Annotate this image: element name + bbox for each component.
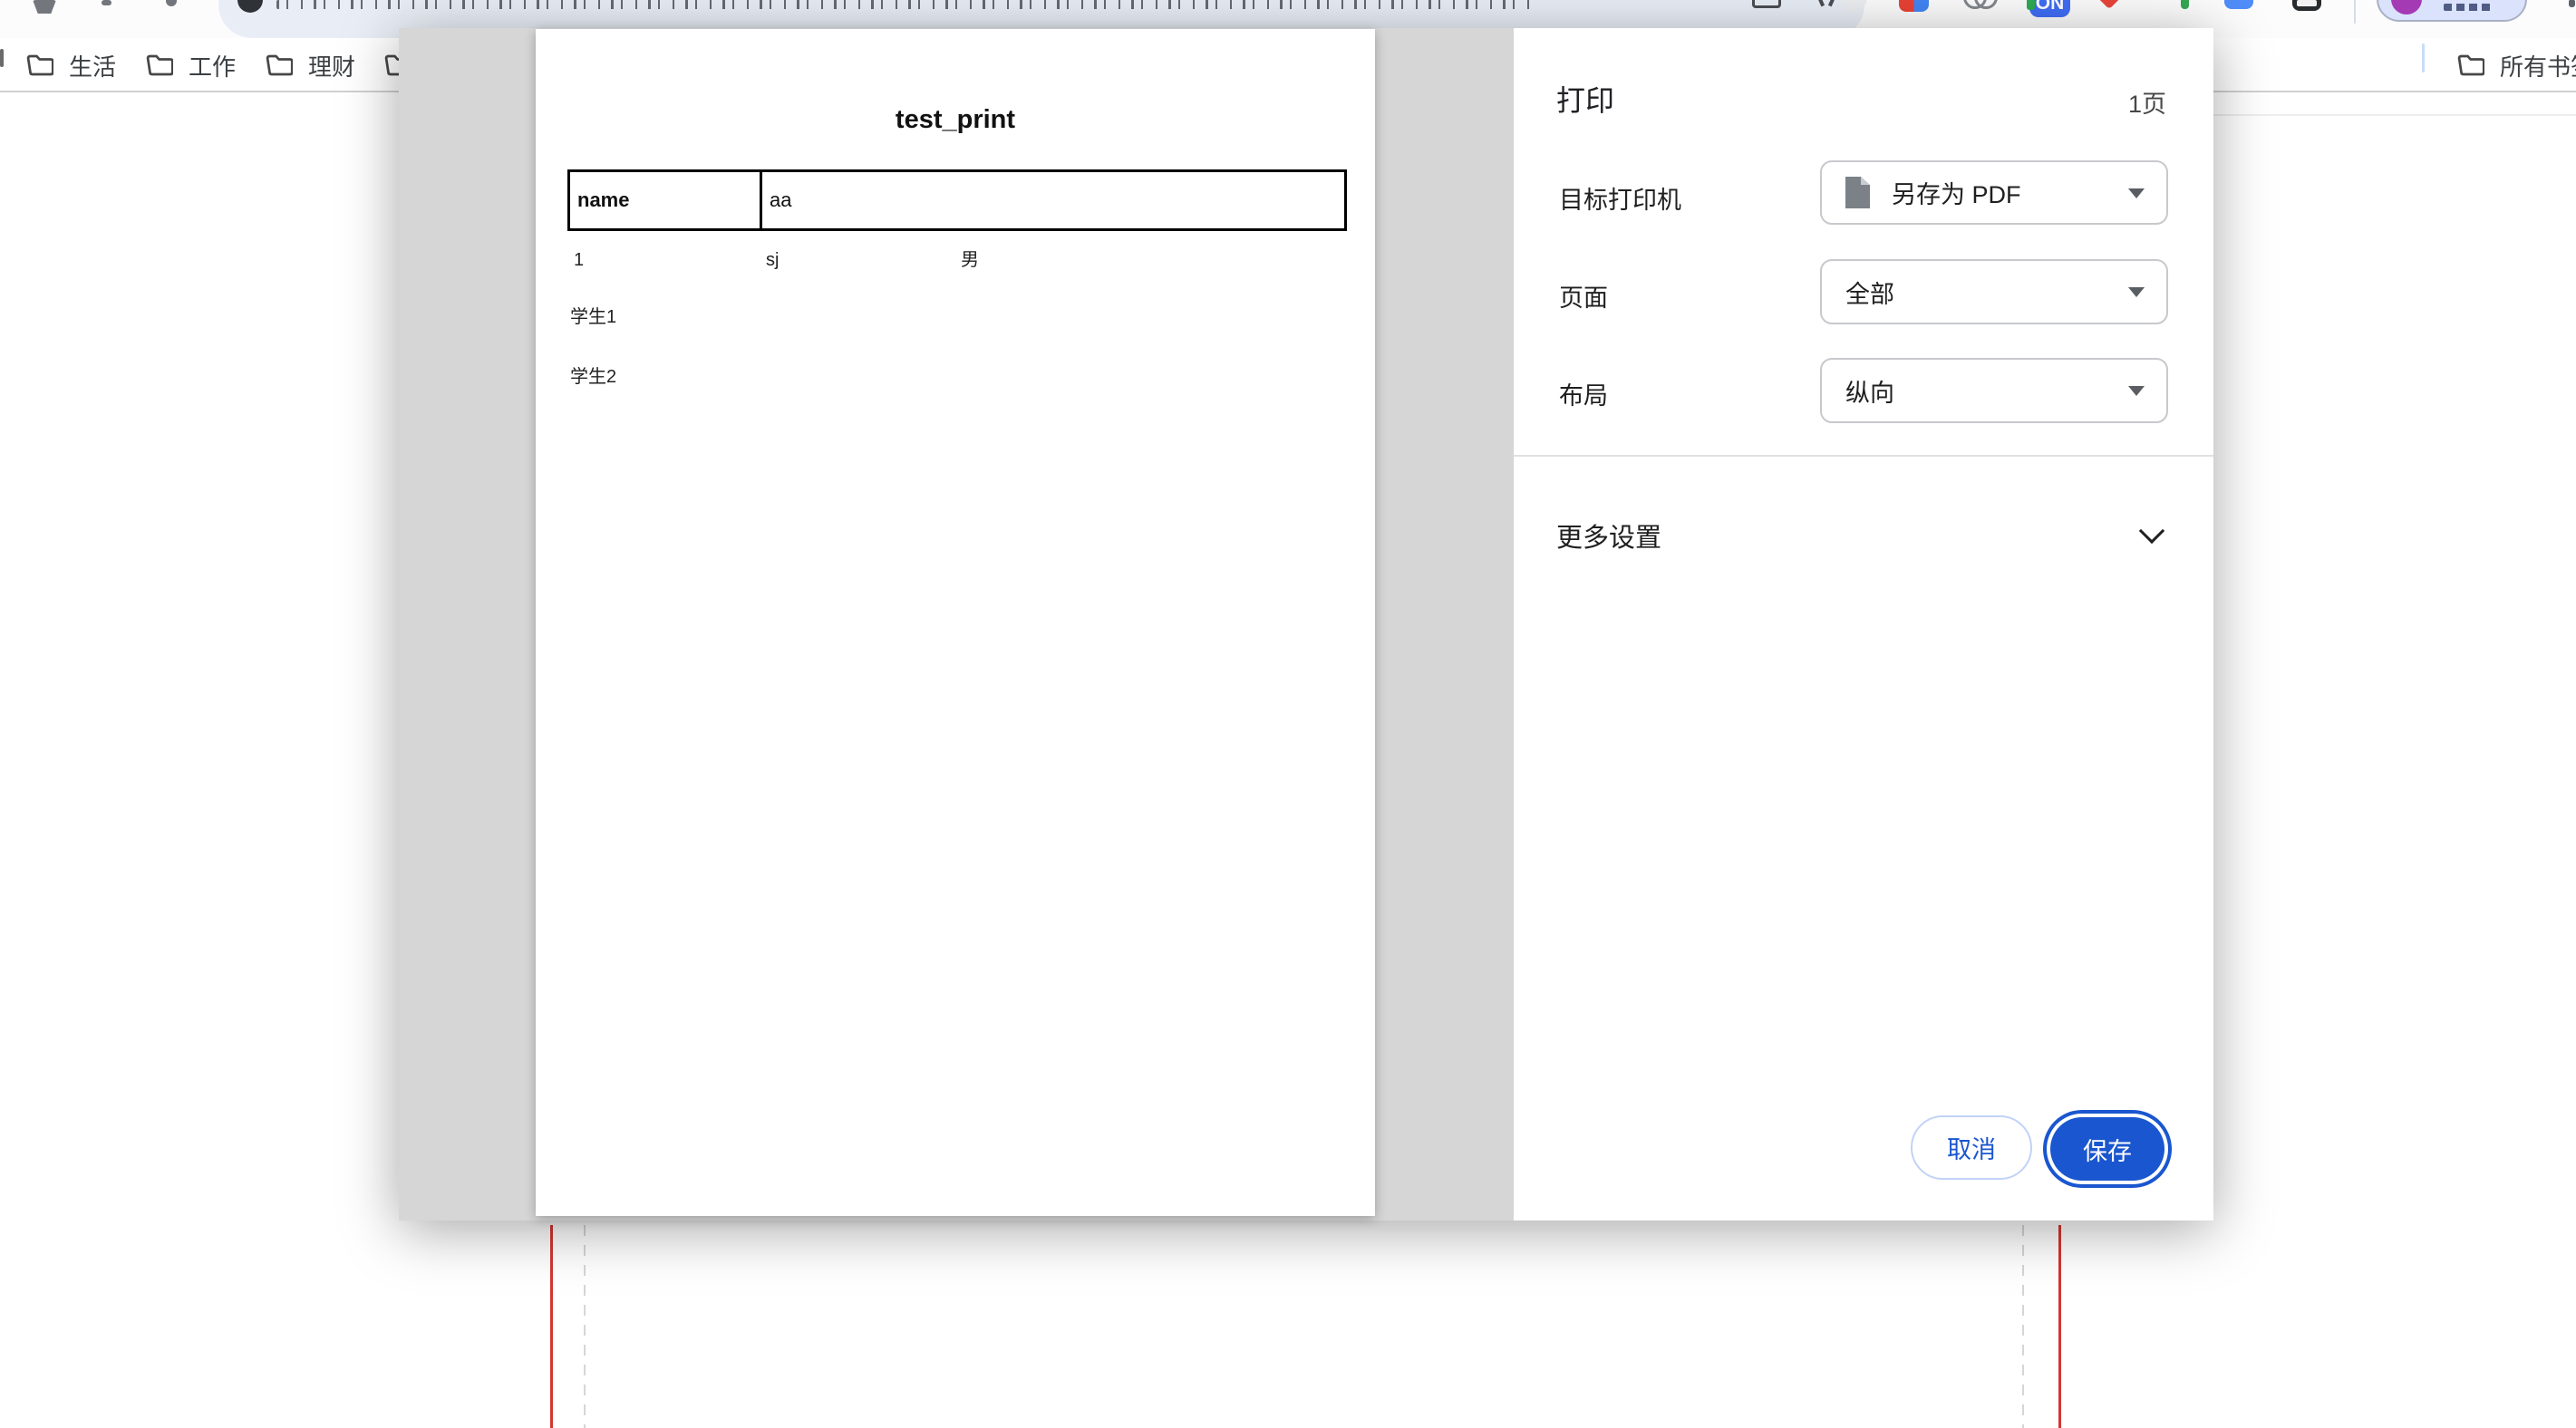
folder-icon: [25, 53, 53, 77]
folder-icon: [145, 53, 173, 77]
preview-page: test_print name aa 1 sj 男 学生1 学生2: [536, 29, 1375, 1216]
page-count: 1页: [2128, 84, 2166, 120]
extension-blue-icon[interactable]: [2224, 0, 2253, 9]
bookmark-label: 工作: [189, 49, 236, 82]
all-bookmarks-label: 所有书签: [2500, 49, 2576, 82]
print-preview-pane: test_print name aa 1 sj 男 学生1 学生2: [399, 28, 1514, 1221]
layout-select[interactable]: 纵向: [1820, 358, 2168, 423]
document-line: 学生1: [570, 304, 616, 331]
destination-value: 另存为 PDF: [1892, 175, 2021, 210]
extension-on-icon[interactable]: ON: [2029, 0, 2070, 17]
chevron-down-icon: [2139, 518, 2164, 544]
folder-icon: [2456, 53, 2484, 77]
document-row-cell: 男: [961, 246, 979, 274]
pdf-document-icon: [1845, 177, 1870, 208]
document-line: 学生2: [570, 363, 616, 391]
pages-value: 全部: [1845, 275, 1894, 310]
bookmark-folder-finance[interactable]: 理财: [265, 45, 355, 85]
settings-divider: [1514, 455, 2213, 457]
bookmark-folder-life[interactable]: 生活: [25, 45, 116, 85]
page-toolbar-border: [2213, 114, 2576, 116]
extension-red-diamond-icon[interactable]: [2090, 0, 2128, 9]
extension-on-green-badge: [2027, 0, 2035, 10]
dropdown-caret-icon: [2128, 188, 2145, 198]
toolbar-button-fragment-icon[interactable]: [33, 0, 56, 14]
page-dashed-guide-left: [584, 1225, 586, 1428]
all-bookmarks-button[interactable]: 所有书签: [2456, 45, 2576, 85]
table-cell-name: name: [570, 172, 762, 228]
extension-dark-icon[interactable]: [2292, 0, 2321, 11]
page-dashed-guide-right: [2022, 1225, 2024, 1428]
destination-select[interactable]: 另存为 PDF: [1820, 160, 2168, 225]
bookmark-label: 理财: [308, 49, 355, 82]
omnibox-action-icon[interactable]: [1752, 0, 1781, 8]
extension-colorful-icon[interactable]: [1899, 0, 1929, 12]
document-row-cell: sj: [766, 246, 779, 274]
toolbar-divider: [2354, 0, 2356, 24]
cancel-button[interactable]: 取消: [1911, 1115, 2032, 1180]
document-row-cell: 1: [574, 246, 584, 274]
extension-dark-icon-detail: [2297, 0, 2317, 6]
more-settings-toggle[interactable]: 更多设置: [1514, 506, 2213, 560]
destination-label: 目标打印机: [1559, 180, 1681, 216]
site-favicon: [237, 0, 263, 13]
dropdown-caret-icon: [2128, 386, 2145, 396]
browser-menu-icon[interactable]: [2569, 0, 2575, 7]
document-title: test_print: [536, 103, 1375, 136]
bookmark-edge-fragment: [0, 49, 4, 67]
bookmark-folder-work[interactable]: 工作: [145, 45, 236, 85]
table-cell-aa: aa: [762, 172, 1344, 228]
document-table: name aa: [567, 169, 1347, 231]
extension-on-label: ON: [2036, 0, 2065, 14]
avatar: [2391, 0, 2422, 14]
profile-button[interactable]: [2377, 0, 2527, 22]
bookmarks-divider: [2422, 43, 2425, 72]
print-settings-pane: 打印 1页 目标打印机 另存为 PDF 页面 全部 布局 纵向: [1514, 28, 2213, 1221]
print-dialog: test_print name aa 1 sj 男 学生1 学生2 打印 1页 …: [399, 28, 2213, 1221]
toolbar-button-fragment-icon[interactable]: [102, 0, 111, 5]
profile-text-fragment: [2444, 4, 2494, 11]
pages-select[interactable]: 全部: [1820, 259, 2168, 324]
folder-icon: [265, 53, 293, 77]
page-red-guide-left: [550, 1225, 553, 1428]
url-text-fragment: [276, 0, 1536, 9]
dropdown-caret-icon: [2128, 287, 2145, 297]
layout-label: 布局: [1559, 376, 1608, 411]
dialog-title: 打印: [1556, 78, 1614, 120]
more-settings-label: 更多设置: [1556, 516, 1661, 555]
screen: ON 生活 工作: [0, 0, 2576, 1428]
extension-rings-icon[interactable]: [1963, 0, 1998, 11]
save-button[interactable]: 保存: [2050, 1117, 2164, 1181]
pages-label: 页面: [1559, 278, 1608, 314]
page-red-guide-right: [2058, 1225, 2061, 1428]
layout-value: 纵向: [1845, 373, 1894, 409]
extension-green-icon[interactable]: [2181, 0, 2189, 9]
bookmark-label: 生活: [69, 49, 116, 82]
reload-icon[interactable]: [166, 0, 177, 6]
bookmark-star-icon[interactable]: [1817, 0, 1835, 5]
